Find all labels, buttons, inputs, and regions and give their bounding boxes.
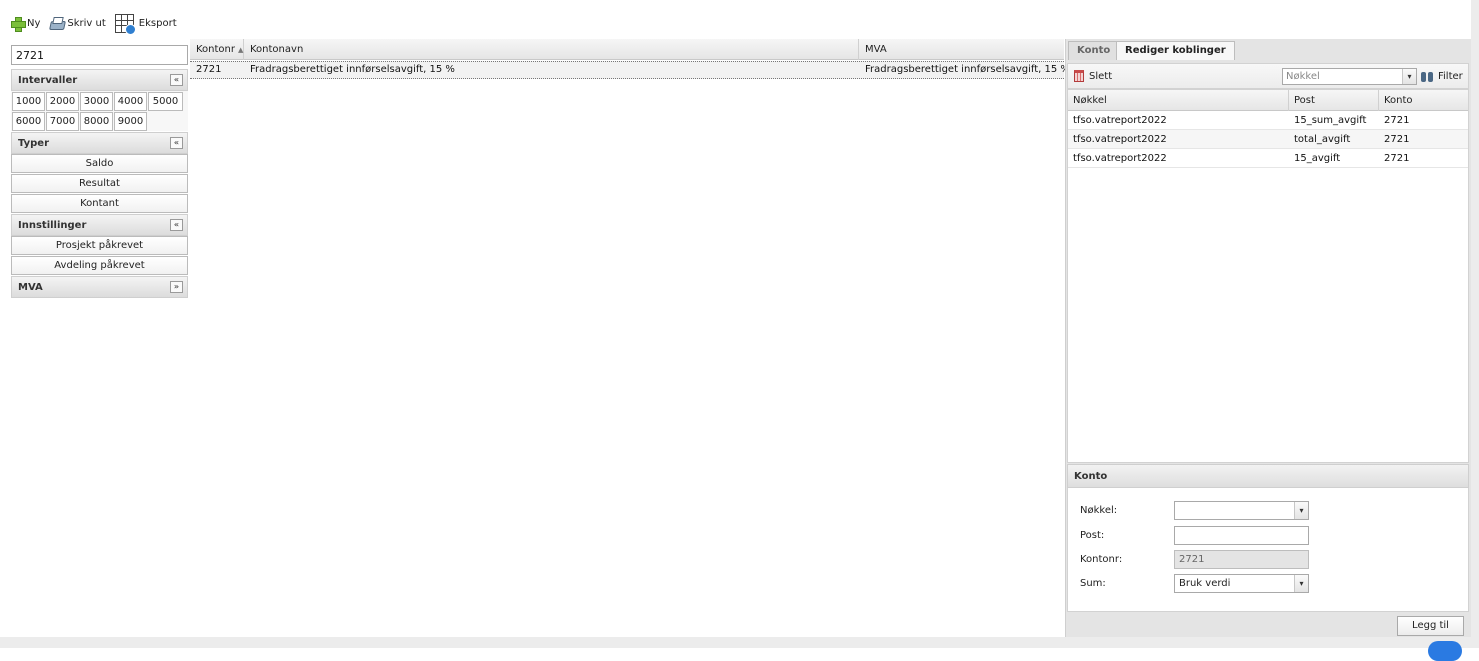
sum-select-value: Bruk verdi (1179, 578, 1231, 589)
cell-konto: 2721 (1384, 153, 1410, 164)
post-field-label: Post: (1080, 530, 1105, 541)
collapse-up-icon[interactable]: « (170, 219, 183, 231)
tab-konto[interactable]: Konto (1068, 41, 1120, 60)
table-row[interactable]: tfso.vatreport2022 15_sum_avgift 2721 (1068, 111, 1468, 130)
expand-down-icon[interactable]: » (170, 281, 183, 293)
konto-form: Nøkkel: ▾ Post: Kontonr: 2721 Sum: Bruk … (1067, 488, 1469, 612)
printer-icon (49, 17, 64, 30)
sum-field-label: Sum: (1080, 578, 1106, 589)
type-button-resultat[interactable]: Resultat (11, 174, 188, 193)
column-header-kontonr[interactable]: Kontonr ▲ (190, 39, 244, 60)
key-filter-select[interactable]: Nøkkel ▾ (1282, 68, 1417, 85)
column-header-post[interactable]: Post (1289, 90, 1379, 111)
main-toolbar: Ny Skriv ut Eksport (10, 12, 186, 35)
intervals-section-header[interactable]: Intervaller « (11, 69, 188, 91)
cell-mva: Fradragsberettiget innførselsavgift, 15 … (865, 64, 1070, 75)
column-header-kontonavn[interactable]: Kontonavn (244, 39, 859, 60)
key-field-label: Nøkkel: (1080, 505, 1118, 516)
settings-section-title: Innstillinger (18, 220, 87, 231)
mva-section-header[interactable]: MVA » (11, 276, 188, 298)
types-section-header[interactable]: Typer « (11, 132, 188, 154)
column-header-mva[interactable]: MVA (859, 39, 1064, 60)
cell-post: total_avgift (1294, 134, 1351, 145)
interval-button-5000[interactable]: 5000 (148, 92, 183, 111)
interval-button-8000[interactable]: 8000 (80, 112, 113, 131)
add-button[interactable]: Legg til (1397, 616, 1464, 636)
type-button-kontant[interactable]: Kontant (11, 194, 188, 213)
app-window: Ny Skriv ut Eksport Intervaller « 1000 2… (0, 0, 1479, 661)
interval-button-2000[interactable]: 2000 (46, 92, 79, 111)
sort-ascending-icon: ▲ (238, 46, 244, 54)
collapse-up-icon[interactable]: « (170, 74, 183, 86)
interval-button-6000[interactable]: 6000 (12, 112, 45, 131)
export-button-label: Eksport (138, 17, 177, 29)
window-bottom-edge (0, 637, 1479, 648)
setting-button-department-required[interactable]: Avdeling påkrevet (11, 256, 188, 275)
cell-key: tfso.vatreport2022 (1073, 134, 1167, 145)
new-button-label: Ny (27, 17, 41, 29)
links-grid: Nøkkel Post Konto tfso.vatreport2022 15_… (1067, 89, 1469, 463)
account-search-input[interactable] (11, 45, 188, 65)
collapse-up-icon[interactable]: « (170, 137, 183, 149)
konto-form-header: Konto (1067, 464, 1469, 488)
print-button-label: Skriv ut (67, 17, 106, 29)
new-button[interactable]: Ny (10, 16, 41, 32)
key-filter-placeholder: Nøkkel (1286, 71, 1320, 82)
binoculars-icon[interactable] (1421, 70, 1434, 82)
intervals-section-title: Intervaller (18, 75, 78, 86)
plus-icon (10, 16, 26, 32)
column-header-key[interactable]: Nøkkel (1068, 90, 1289, 111)
cell-konto: 2721 (1384, 115, 1410, 126)
chevron-down-icon: ▾ (1294, 575, 1308, 592)
table-row[interactable]: tfso.vatreport2022 total_avgift 2721 (1068, 130, 1468, 149)
cell-key: tfso.vatreport2022 (1073, 153, 1167, 164)
types-section-title: Typer (18, 138, 50, 149)
delete-button[interactable]: Slett (1089, 71, 1112, 82)
filter-button[interactable]: Filter (1438, 71, 1463, 82)
cell-key: tfso.vatreport2022 (1073, 115, 1167, 126)
interval-button-7000[interactable]: 7000 (46, 112, 79, 131)
type-button-saldo[interactable]: Saldo (11, 154, 188, 173)
interval-button-3000[interactable]: 3000 (80, 92, 113, 111)
cell-kontonr: 2721 (196, 64, 222, 75)
settings-section-header[interactable]: Innstillinger « (11, 214, 188, 236)
key-select[interactable]: ▾ (1174, 501, 1309, 520)
cell-konto: 2721 (1384, 134, 1410, 145)
spreadsheet-export-icon (114, 13, 136, 35)
kontonr-field-label: Kontonr: (1080, 554, 1123, 565)
trash-icon[interactable] (1074, 70, 1084, 82)
print-button[interactable]: Skriv ut (49, 17, 105, 30)
cell-post: 15_avgift (1294, 153, 1341, 164)
column-header-kontonr-label: Kontonr (196, 44, 236, 55)
export-button[interactable]: Eksport (114, 13, 177, 35)
cell-post: 15_sum_avgift (1294, 115, 1367, 126)
interval-button-4000[interactable]: 4000 (114, 92, 147, 111)
interval-button-9000[interactable]: 9000 (114, 112, 147, 131)
setting-button-project-required[interactable]: Prosjekt påkrevet (11, 236, 188, 255)
mva-section-title: MVA (18, 282, 43, 293)
kontonr-field: 2721 (1174, 550, 1309, 569)
tab-rediger-koblinger[interactable]: Rediger koblinger (1116, 41, 1235, 60)
cell-kontonavn: Fradragsberettiget innførselsavgift, 15 … (250, 64, 455, 75)
sum-select[interactable]: Bruk verdi ▾ (1174, 574, 1309, 593)
column-header-konto[interactable]: Konto (1379, 90, 1468, 111)
links-grid-header: Nøkkel Post Konto (1068, 90, 1468, 111)
chevron-down-icon: ▾ (1402, 69, 1416, 84)
links-toolbar: Slett Nøkkel ▾ Filter (1067, 63, 1469, 89)
accounts-grid-header: Kontonr ▲ Kontonavn MVA (190, 39, 1064, 60)
chevron-down-icon: ▾ (1294, 502, 1308, 519)
table-row[interactable]: 2721 Fradragsberettiget innførselsavgift… (190, 61, 1070, 79)
floating-help-button[interactable] (1428, 641, 1462, 661)
table-row[interactable]: tfso.vatreport2022 15_avgift 2721 (1068, 149, 1468, 168)
post-input[interactable] (1174, 526, 1309, 545)
interval-button-1000[interactable]: 1000 (12, 92, 45, 111)
window-right-edge (1471, 0, 1479, 648)
